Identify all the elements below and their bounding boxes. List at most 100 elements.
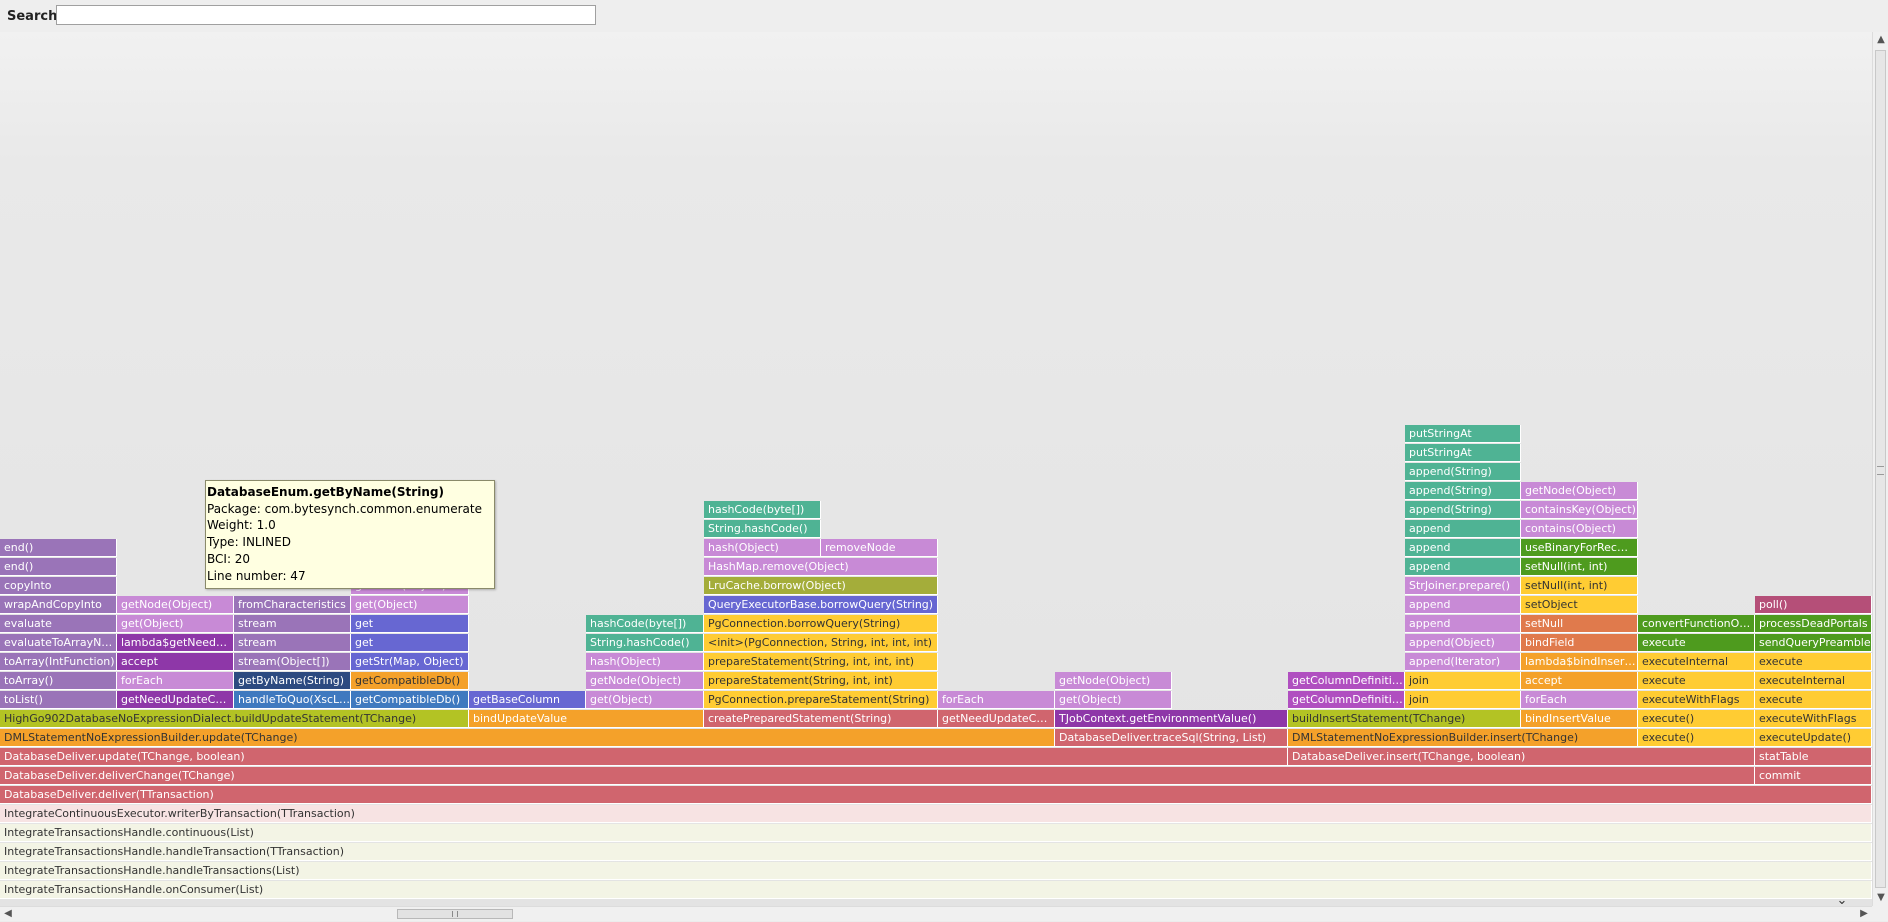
flame-frame[interactable]: execute() (1638, 729, 1755, 747)
flame-frame[interactable]: convertFunctionO… (1638, 615, 1755, 633)
flame-frame[interactable]: PgConnection.borrowQuery(String) (704, 615, 938, 633)
flame-frame[interactable]: getNode(Object) (117, 596, 234, 614)
flame-frame[interactable]: accept (117, 653, 234, 671)
flame-frame[interactable]: statTable (1755, 748, 1872, 766)
flame-graph-canvas[interactable]: IntegrateTransactionsHandle.onConsumer(L… (0, 32, 1872, 906)
flame-frame[interactable]: getNode(Object) (586, 672, 704, 690)
flame-frame[interactable]: StrJoiner.prepare() (1405, 577, 1521, 595)
flame-frame[interactable]: setNull(int, int) (1521, 577, 1638, 595)
flame-frame[interactable]: TJobContext.getEnvironmentValue() (1055, 710, 1288, 728)
flame-frame[interactable]: getBaseColumn (469, 691, 586, 709)
flame-frame[interactable]: getNeedUpdateC… (938, 710, 1055, 728)
flame-frame[interactable]: get(Object) (351, 596, 469, 614)
flame-frame[interactable]: HighGo902DatabaseNoExpressionDialect.bui… (0, 710, 469, 728)
flame-frame[interactable]: prepareStatement(String, int, int, int) (704, 653, 938, 671)
flame-frame[interactable]: get (351, 634, 469, 652)
flame-frame[interactable]: append (1405, 520, 1521, 538)
flame-frame[interactable]: append(Object) (1405, 634, 1521, 652)
flame-frame[interactable]: processDeadPortals (1755, 615, 1872, 633)
flame-frame[interactable]: toArray() (0, 672, 117, 690)
vertical-scroll-thumb[interactable] (1875, 50, 1886, 888)
flame-frame[interactable]: append(String) (1405, 463, 1521, 481)
flame-frame[interactable]: DatabaseDeliver.deliverChange(TChange) (0, 767, 1755, 785)
scroll-right-arrow-icon[interactable]: ▶ (1856, 907, 1872, 922)
flame-frame[interactable]: append (1405, 596, 1521, 614)
flame-frame[interactable]: stream (234, 634, 351, 652)
flame-frame[interactable]: String.hashCode() (586, 634, 704, 652)
flame-frame[interactable]: execute (1638, 634, 1755, 652)
flame-frame[interactable]: IntegrateTransactionsHandle.continuous(L… (0, 824, 1872, 842)
flame-frame[interactable]: setObject (1521, 596, 1638, 614)
flame-frame[interactable]: evaluate (0, 615, 117, 633)
flame-frame[interactable]: <init>(PgConnection, String, int, int, i… (704, 634, 938, 652)
flame-frame[interactable]: executeInternal (1755, 672, 1872, 690)
flame-frame[interactable]: wrapAndCopyInto (0, 596, 117, 614)
flame-frame[interactable]: getNode(Object) (1055, 672, 1172, 690)
flame-frame[interactable]: getCompatibleDb() (351, 672, 469, 690)
flame-frame[interactable]: DatabaseDeliver.deliver(TTransaction) (0, 786, 1872, 804)
flame-frame[interactable]: putStringAt (1405, 444, 1521, 462)
flame-frame[interactable]: IntegrateTransactionsHandle.onConsumer(L… (0, 881, 1872, 899)
flame-frame[interactable]: getCompatibleDb() (351, 691, 469, 709)
flame-frame[interactable]: commit (1755, 767, 1872, 785)
flame-frame[interactable]: forEach (117, 672, 234, 690)
flame-frame[interactable]: execute() (1638, 710, 1755, 728)
flame-frame[interactable]: DatabaseDeliver.traceSql(String, List) (1055, 729, 1288, 747)
flame-frame[interactable]: hash(Object) (704, 539, 821, 557)
flame-frame[interactable]: append(Iterator) (1405, 653, 1521, 671)
flame-frame[interactable]: bindUpdateValue (469, 710, 704, 728)
flame-frame[interactable]: buildInsertStatement(TChange) (1288, 710, 1521, 728)
flame-frame[interactable]: executeWithFlags (1638, 691, 1755, 709)
flame-frame[interactable]: hashCode(byte[]) (704, 501, 821, 519)
flame-frame[interactable]: stream (234, 615, 351, 633)
flame-frame[interactable]: IntegrateTransactionsHandle.handleTransa… (0, 862, 1872, 880)
flame-frame[interactable]: toList() (0, 691, 117, 709)
flame-frame[interactable]: execute (1755, 691, 1872, 709)
flame-frame[interactable]: end() (0, 539, 117, 557)
horizontal-scroll-thumb[interactable] (397, 909, 513, 919)
flame-frame[interactable]: String.hashCode() (704, 520, 821, 538)
flame-frame[interactable]: get (351, 615, 469, 633)
flame-frame[interactable]: join (1405, 672, 1521, 690)
flame-frame[interactable]: getNeedUpdateC… (117, 691, 234, 709)
flame-frame[interactable]: executeUpdate() (1755, 729, 1872, 747)
flame-frame[interactable]: getStr(Map, Object) (351, 653, 469, 671)
flame-frame[interactable]: bindInsertValue (1521, 710, 1638, 728)
flame-frame[interactable]: bindField (1521, 634, 1638, 652)
flame-frame[interactable]: setNull(int, int) (1521, 558, 1638, 576)
flame-frame[interactable]: PgConnection.prepareStatement(String) (704, 691, 938, 709)
flame-frame[interactable]: execute (1755, 653, 1872, 671)
flame-frame[interactable]: copyInto (0, 577, 117, 595)
flame-frame[interactable]: get(Object) (1055, 691, 1172, 709)
flame-frame[interactable]: hash(Object) (586, 653, 704, 671)
flame-frame[interactable]: QueryExecutorBase.borrowQuery(String) (704, 596, 938, 614)
flame-frame[interactable]: getNode(Object) (1521, 482, 1638, 500)
flame-frame[interactable]: DatabaseDeliver.update(TChange, boolean) (0, 748, 1288, 766)
flame-frame[interactable]: executeInternal (1638, 653, 1755, 671)
flame-frame[interactable]: forEach (1521, 691, 1638, 709)
flame-frame[interactable]: handleToQuo(XscLocation, String) (234, 691, 351, 709)
flame-frame[interactable]: removeNode (821, 539, 938, 557)
flame-frame[interactable]: getColumnDefiniti… (1288, 672, 1405, 690)
scroll-down-arrow-icon[interactable]: ▼ (1873, 890, 1888, 906)
scroll-left-arrow-icon[interactable]: ◀ (0, 907, 16, 922)
flame-frame[interactable]: append (1405, 539, 1521, 557)
flame-frame[interactable]: execute (1638, 672, 1755, 690)
chevron-down-icon[interactable]: ⌄ (1834, 894, 1850, 907)
flame-frame[interactable]: putStringAt (1405, 425, 1521, 443)
flame-frame[interactable]: get(Object) (117, 615, 234, 633)
flame-frame[interactable]: append(String) (1405, 501, 1521, 519)
search-input[interactable] (56, 5, 596, 25)
flame-frame[interactable]: fromCharacteristics (234, 596, 351, 614)
flame-frame[interactable]: LruCache.borrow(Object) (704, 577, 938, 595)
scroll-up-arrow-icon[interactable]: ▲ (1873, 32, 1888, 48)
flame-frame[interactable]: append (1405, 615, 1521, 633)
flame-frame[interactable]: containsKey(Object) (1521, 501, 1638, 519)
flame-frame[interactable]: get(Object) (586, 691, 704, 709)
vertical-scrollbar[interactable]: ▲ ▼ (1872, 32, 1888, 906)
flame-frame[interactable]: poll() (1755, 596, 1872, 614)
flame-frame[interactable]: toArray(IntFunction) (0, 653, 117, 671)
flame-frame[interactable]: DMLStatementNoExpressionBuilder.insert(T… (1288, 729, 1638, 747)
flame-frame[interactable]: IntegrateContinuousExecutor.writerByTran… (0, 805, 1872, 823)
flame-frame[interactable]: append(String) (1405, 482, 1521, 500)
